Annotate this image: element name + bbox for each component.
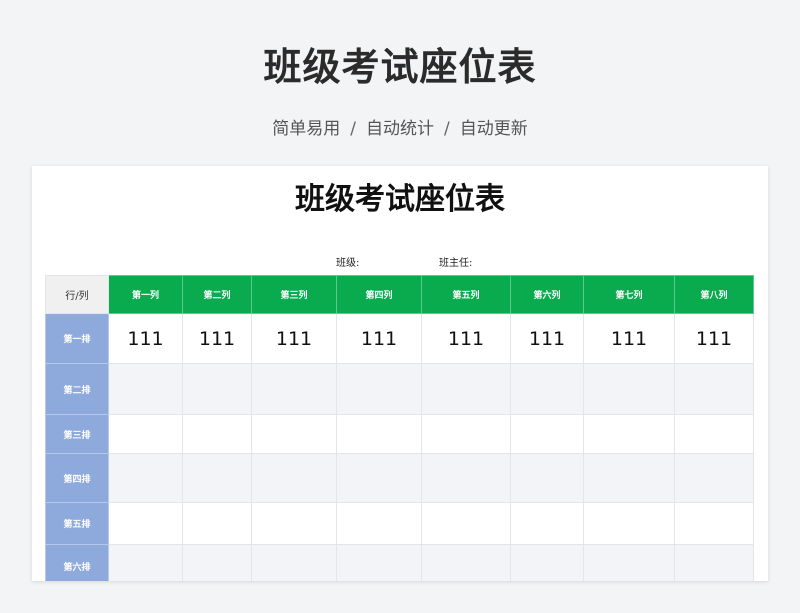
seat-cell[interactable]	[108, 414, 183, 454]
seat-cell[interactable]	[583, 544, 675, 581]
table-row: 第四排	[45, 453, 754, 503]
seat-cell[interactable]	[182, 453, 252, 503]
table-row: 第一排 111 111 111 111 111 111 111 111	[45, 313, 754, 364]
corner-cell: 行/列	[45, 275, 109, 314]
seat-cell[interactable]	[336, 544, 422, 581]
seat-cell[interactable]	[108, 363, 183, 415]
row-header: 第六排	[45, 544, 109, 581]
seat-cell[interactable]	[251, 363, 337, 415]
seat-cell[interactable]	[336, 453, 422, 503]
row-header: 第四排	[45, 453, 109, 503]
column-header: 第六列	[510, 275, 584, 314]
seat-cell[interactable]: 111	[182, 313, 252, 364]
seat-cell[interactable]	[421, 414, 511, 454]
seat-cell[interactable]	[583, 453, 675, 503]
seat-cell[interactable]	[251, 502, 337, 545]
column-header: 第二列	[182, 275, 252, 314]
seat-cell[interactable]	[336, 502, 422, 545]
seat-cell[interactable]: 111	[510, 313, 584, 364]
seat-cell[interactable]	[421, 363, 511, 415]
class-label: 班级:	[336, 258, 360, 269]
column-header: 第一列	[108, 275, 183, 314]
column-header: 第七列	[583, 275, 675, 314]
seat-cell[interactable]	[583, 414, 675, 454]
column-header: 第四列	[336, 275, 422, 314]
seat-cell[interactable]	[583, 502, 675, 545]
seat-cell[interactable]	[182, 363, 252, 415]
subtitle: 简单易用 / 自动统计 / 自动更新	[0, 114, 800, 139]
seat-cell[interactable]	[182, 502, 252, 545]
seat-cell[interactable]	[510, 363, 584, 415]
seat-cell[interactable]	[674, 363, 754, 415]
seat-cell[interactable]	[251, 544, 337, 581]
seat-cell[interactable]: 111	[674, 313, 754, 364]
row-header: 第一排	[45, 313, 109, 364]
subtitle-item: 自动统计	[366, 119, 434, 139]
subtitle-separator: /	[444, 119, 450, 139]
subtitle-separator: /	[350, 119, 356, 139]
seat-cell[interactable]	[108, 502, 183, 545]
seating-sheet: 班级考试座位表 班级: 班主任: 行/列 第一列 第二列 第三列 第四列 第五列 第六列第…	[32, 166, 768, 581]
seat-cell[interactable]: 111	[336, 313, 422, 364]
seat-cell[interactable]	[674, 502, 754, 545]
seat-cell[interactable]	[510, 544, 584, 581]
seat-cell[interactable]	[583, 363, 675, 415]
table-row: 第六排	[45, 544, 754, 581]
seat-cell[interactable]	[182, 414, 252, 454]
page-title: 班级考试座位表	[263, 45, 537, 89]
seat-cell[interactable]	[421, 502, 511, 545]
seat-cell[interactable]	[674, 453, 754, 503]
seat-cell[interactable]	[108, 544, 183, 581]
seat-cell[interactable]	[108, 453, 183, 503]
seat-cell[interactable]	[674, 414, 754, 454]
seat-cell[interactable]: 111	[108, 313, 183, 364]
seat-cell[interactable]	[510, 502, 584, 545]
seat-cell[interactable]	[336, 363, 422, 415]
seat-cell[interactable]	[182, 544, 252, 581]
seat-cell[interactable]	[336, 414, 422, 454]
seat-cell[interactable]: 111	[583, 313, 675, 364]
table-row: 第三排	[45, 414, 754, 454]
seat-table: 行/列 第一列 第二列 第三列 第四列 第五列 第六列 第七列 第八列 第一排 111 111 11…	[45, 275, 754, 581]
sheet-title: 班级考试座位表	[295, 182, 505, 217]
row-header: 第二排	[45, 363, 109, 415]
teacher-label: 班主任:	[439, 258, 473, 269]
table-row: 第二排	[45, 363, 754, 415]
column-header: 第五列	[421, 275, 511, 314]
seat-cell[interactable]	[674, 544, 754, 581]
row-header: 第五排	[45, 502, 109, 545]
column-header: 第三列	[251, 275, 337, 314]
table-row: 第五排	[45, 502, 754, 545]
seat-cell[interactable]	[510, 453, 584, 503]
subtitle-item: 简单易用	[272, 119, 341, 139]
seat-cell[interactable]	[421, 453, 511, 503]
subtitle-item: 自动更新	[459, 119, 528, 139]
header-row: 行/列 第一列 第二列 第三列 第四列 第五列 第六列 第七列 第八列	[45, 275, 754, 314]
row-header: 第三排	[45, 414, 109, 454]
seat-cell[interactable]: 111	[421, 313, 511, 364]
seat-cell[interactable]	[510, 414, 584, 454]
seat-cell[interactable]: 111	[251, 313, 337, 364]
column-header: 第八列	[674, 275, 754, 314]
seat-cell[interactable]	[421, 544, 511, 581]
seat-cell[interactable]	[251, 414, 337, 454]
seat-cell[interactable]	[251, 453, 337, 503]
